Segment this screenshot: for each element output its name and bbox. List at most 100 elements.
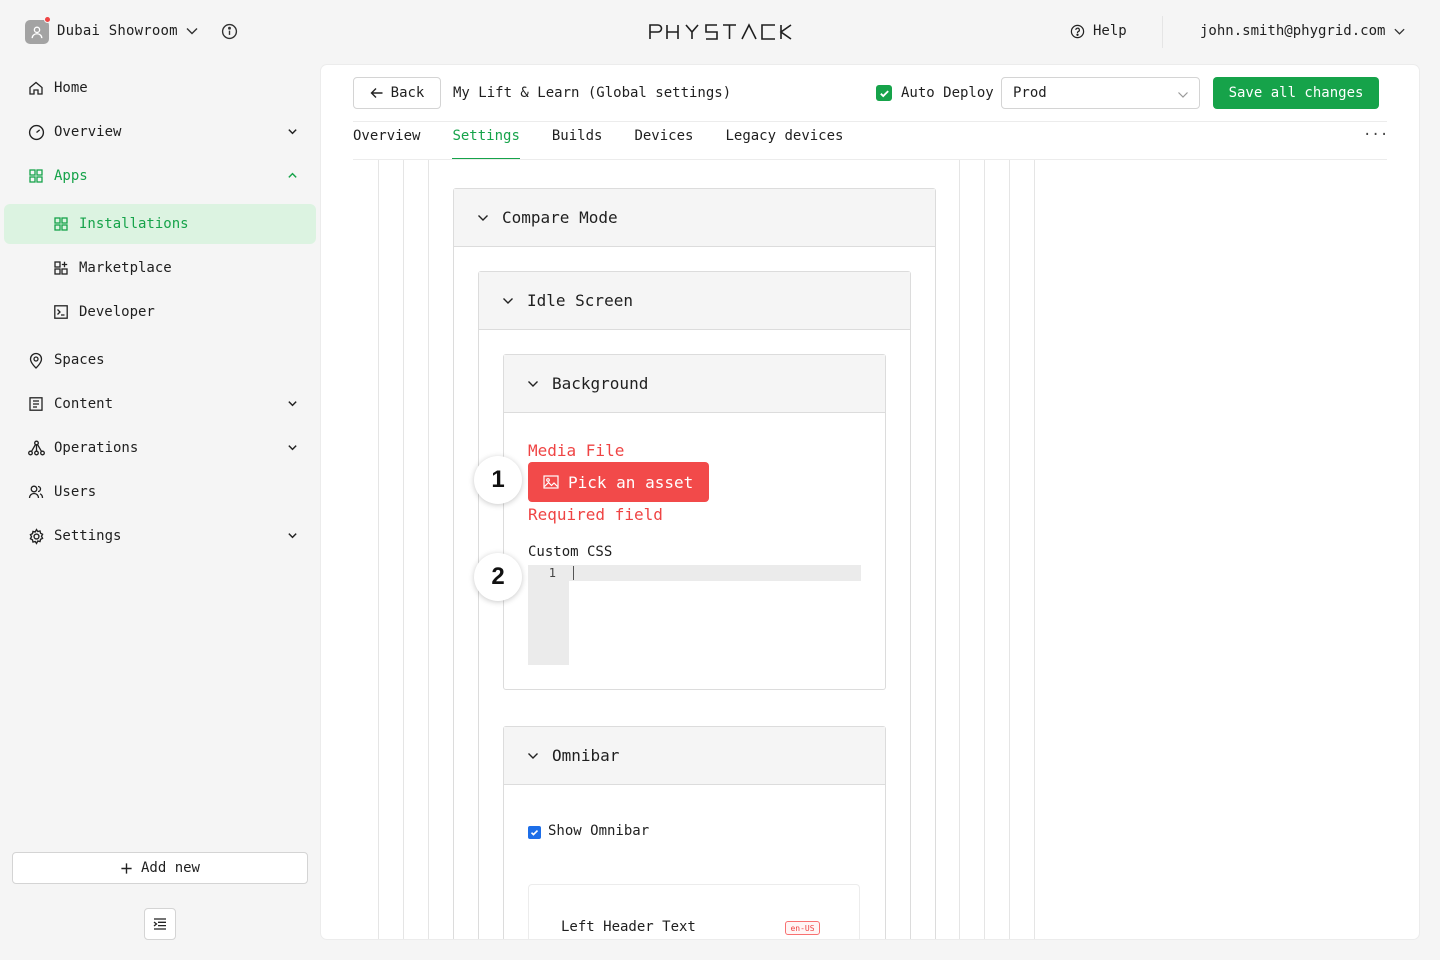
help-label: Help	[1093, 23, 1127, 39]
page-title: My Lift & Learn (Global settings)	[453, 85, 732, 101]
pick-asset-button[interactable]: Pick an asset	[528, 462, 709, 502]
chevron-down-icon	[478, 214, 488, 221]
sidebar-item-label: Apps	[54, 168, 88, 184]
sidebar-item-label: Developer	[79, 304, 155, 320]
plus-icon	[121, 862, 132, 874]
sidebar-item-operations[interactable]: Operations	[4, 428, 316, 468]
sidebar-item-installations[interactable]: Installations	[4, 204, 316, 244]
idle-screen-header[interactable]: Idle Screen	[479, 272, 910, 330]
grid-icon	[27, 167, 45, 185]
checkmark-icon	[530, 829, 539, 836]
add-new-button[interactable]: Add new	[12, 852, 308, 884]
show-omnibar-label[interactable]: Show Omnibar	[548, 823, 649, 839]
workspace-avatar[interactable]	[25, 20, 49, 44]
users-icon	[27, 483, 45, 501]
sidebar-item-label: Marketplace	[79, 260, 172, 276]
auto-deploy-label: Auto Deploy	[901, 85, 994, 101]
nesting-guide	[984, 160, 985, 939]
top-bar: Dubai Showroom Help john.smith@phygrid.c…	[0, 0, 1440, 64]
notification-dot	[44, 16, 51, 23]
network-icon	[27, 439, 45, 457]
gear-icon	[27, 527, 45, 545]
document-icon	[27, 395, 45, 413]
sidebar-item-label: Overview	[54, 124, 122, 140]
user-menu[interactable]: john.smith@phygrid.com	[1200, 23, 1406, 39]
show-omnibar-checkbox[interactable]	[528, 826, 541, 839]
user-email: john.smith@phygrid.com	[1200, 23, 1386, 39]
back-label: Back	[390, 85, 425, 101]
sidebar-item-label: Content	[54, 396, 114, 412]
tab-devices[interactable]: Devices	[634, 122, 693, 160]
chevron-down-icon	[287, 398, 298, 409]
background-header[interactable]: Background	[504, 355, 885, 413]
omnibar-header[interactable]: Omnibar	[504, 727, 885, 785]
divider	[353, 159, 1387, 160]
tab-overview[interactable]: Overview	[353, 122, 420, 160]
sidebar-item-label: Settings	[54, 528, 122, 544]
tab-settings[interactable]: Settings	[452, 122, 521, 160]
section-title: Idle Screen	[527, 291, 633, 310]
tab-bar: Overview Settings Builds Devices Legacy …	[353, 122, 843, 160]
checkmark-icon	[879, 89, 889, 97]
main-panel: Back My Lift & Learn (Global settings) A…	[321, 65, 1419, 939]
auto-deploy-checkbox[interactable]	[876, 85, 892, 101]
nesting-guide	[959, 160, 960, 939]
terminal-icon	[52, 303, 70, 321]
chevron-down-icon	[287, 126, 298, 137]
help-circle-icon	[1070, 24, 1085, 38]
image-icon	[543, 475, 559, 489]
sidebar-item-marketplace[interactable]: Marketplace	[4, 248, 316, 288]
pick-asset-label: Pick an asset	[568, 472, 694, 492]
nesting-guide	[428, 160, 429, 939]
tab-legacy-devices[interactable]: Legacy devices	[725, 122, 843, 160]
chevron-up-icon	[287, 170, 298, 181]
compare-mode-header[interactable]: Compare Mode	[454, 189, 935, 247]
section-title: Omnibar	[552, 746, 620, 765]
nesting-guide	[378, 160, 379, 939]
save-all-changes-button[interactable]: Save all changes	[1213, 77, 1379, 109]
chevron-down-icon	[1177, 89, 1189, 101]
chevron-down-icon	[503, 297, 513, 304]
required-field-error: Required field	[528, 505, 663, 524]
more-options-button[interactable]: ···	[1363, 127, 1388, 143]
auto-deploy-toggle[interactable]: Auto Deploy	[876, 85, 994, 101]
sidebar-item-label: Spaces	[54, 352, 105, 368]
collapse-sidebar-button[interactable]	[144, 908, 176, 940]
gauge-icon	[27, 123, 45, 141]
divider	[1162, 16, 1163, 48]
help-link[interactable]: Help	[1070, 23, 1127, 39]
sidebar-item-users[interactable]: Users	[4, 472, 316, 512]
environment-select[interactable]: Prod	[1001, 77, 1200, 109]
custom-css-label: Custom CSS	[528, 544, 613, 560]
user-icon	[31, 26, 43, 39]
text-cursor	[573, 566, 574, 580]
back-button[interactable]: Back	[353, 77, 441, 109]
nesting-guide	[1034, 160, 1035, 939]
add-new-label: Add new	[140, 860, 200, 876]
sidebar-item-home[interactable]: Home	[4, 68, 316, 108]
workspace-name[interactable]: Dubai Showroom	[57, 23, 178, 39]
chevron-down-icon	[528, 380, 538, 387]
sidebar-item-developer[interactable]: Developer	[4, 292, 316, 332]
chevron-down-icon	[287, 530, 298, 541]
locale-badge[interactable]: en-US	[785, 921, 820, 935]
sidebar-item-spaces[interactable]: Spaces	[4, 340, 316, 380]
sidebar-item-content[interactable]: Content	[4, 384, 316, 424]
chevron-down-icon[interactable]	[185, 24, 199, 38]
media-file-label: Media File	[528, 441, 625, 460]
sidebar-item-apps[interactable]: Apps	[4, 156, 316, 196]
section-title: Background	[552, 374, 649, 393]
sidebar-item-overview[interactable]: Overview	[4, 112, 316, 152]
sidebar-item-label: Users	[54, 484, 97, 500]
custom-css-editor[interactable]	[569, 565, 861, 581]
chevron-down-icon	[1394, 28, 1406, 35]
section-title: Compare Mode	[502, 208, 618, 227]
tab-builds[interactable]: Builds	[552, 122, 603, 160]
phystack-logo	[648, 22, 793, 42]
sidebar-item-settings[interactable]: Settings	[4, 516, 316, 556]
code-editor-gutter	[528, 565, 569, 665]
info-icon[interactable]	[221, 23, 238, 40]
sidebar-item-label: Installations	[79, 216, 189, 232]
chevron-down-icon	[528, 752, 538, 759]
sidebar-item-label: Home	[54, 80, 88, 96]
